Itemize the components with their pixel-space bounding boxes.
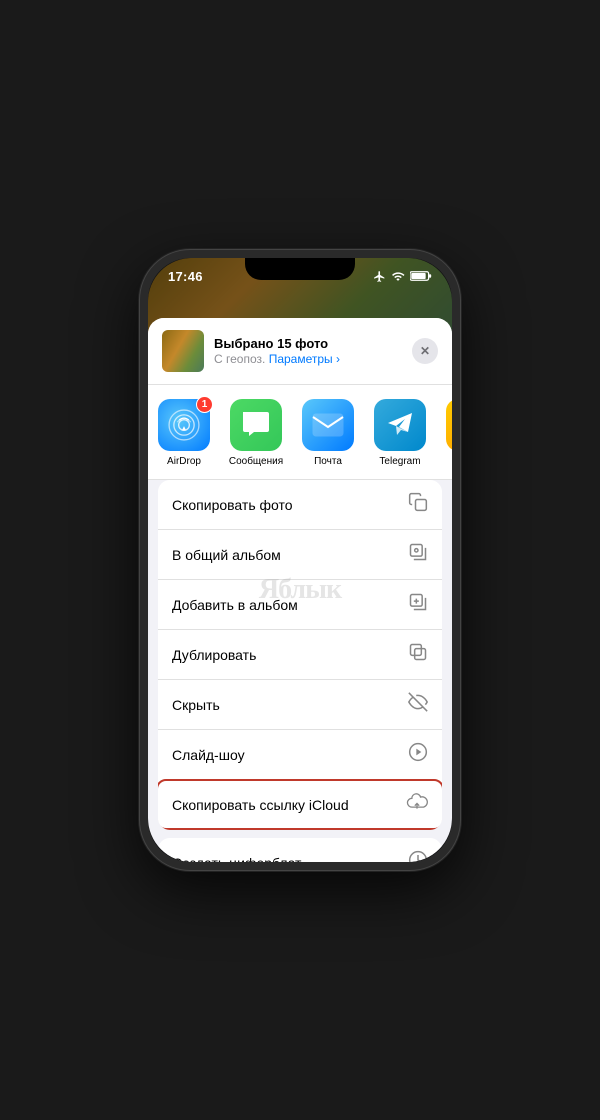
- copy-photo-label: Скопировать фото: [172, 497, 293, 513]
- share-title: Выбрано 15 фото: [214, 336, 402, 351]
- share-params-link[interactable]: Параметры ›: [269, 352, 340, 366]
- action-duplicate[interactable]: Дублировать: [158, 629, 442, 679]
- slideshow-label: Слайд-шоу: [172, 747, 245, 763]
- action-create-face[interactable]: Создать циферблат: [158, 838, 442, 862]
- action-copy-icloud[interactable]: Скопировать ссылку iCloud: [158, 779, 442, 830]
- telegram-label: Telegram: [379, 456, 420, 467]
- share-subtitle-static: С геопоз.: [214, 352, 265, 366]
- app-item-more[interactable]: Ещё: [436, 399, 452, 467]
- app-item-airdrop[interactable]: 1 AirDrop: [148, 399, 220, 467]
- close-icon: ✕: [420, 344, 430, 358]
- share-subtitle: С геопоз. Параметры ›: [214, 352, 402, 366]
- add-album-label: Добавить в альбом: [172, 597, 298, 613]
- action-slideshow[interactable]: Слайд-шоу: [158, 729, 442, 779]
- notch: [245, 258, 355, 280]
- hide-label: Скрыть: [172, 697, 220, 713]
- mail-svg-icon: [312, 413, 344, 437]
- airdrop-icon-container: 1: [158, 399, 210, 451]
- battery-icon: [410, 270, 432, 282]
- action-shared-album[interactable]: В общий альбом: [158, 529, 442, 579]
- messages-icon-container: [230, 399, 282, 451]
- share-title-area: Выбрано 15 фото С геопоз. Параметры ›: [214, 336, 402, 366]
- action-copy-photo[interactable]: Скопировать фото: [158, 480, 442, 529]
- share-sheet: Выбрано 15 фото С геопоз. Параметры › ✕: [148, 318, 452, 862]
- mail-label: Почта: [314, 456, 342, 467]
- share-header: Выбрано 15 фото С геопоз. Параметры › ✕: [148, 318, 452, 385]
- app-item-mail[interactable]: Почта: [292, 399, 364, 467]
- more-icon-container: [446, 399, 452, 451]
- airdrop-svg-icon: [168, 409, 200, 441]
- telegram-svg-icon: [384, 409, 416, 441]
- action-scroll-area[interactable]: Скопировать фото В общий альбом: [148, 480, 452, 862]
- screen: 17:46: [148, 258, 452, 862]
- status-time: 17:46: [168, 269, 203, 284]
- shared-album-label: В общий альбом: [172, 547, 281, 563]
- airdrop-badge: 1: [196, 396, 213, 413]
- apps-row: 1 AirDrop Сообщения: [148, 385, 452, 480]
- copy-photo-icon: [408, 492, 428, 517]
- duplicate-icon: [408, 642, 428, 667]
- wifi-icon: [391, 270, 405, 283]
- app-item-telegram[interactable]: Telegram: [364, 399, 436, 467]
- slideshow-icon: [408, 742, 428, 767]
- copy-icloud-label: Скопировать ссылку iCloud: [172, 797, 349, 813]
- action-group-2: Создать циферблат Сохранить в Файлы: [158, 838, 442, 862]
- messages-label: Сообщения: [229, 456, 283, 467]
- telegram-icon-container: [374, 399, 426, 451]
- share-close-button[interactable]: ✕: [412, 338, 438, 364]
- airplane-icon: [373, 270, 386, 283]
- create-face-icon: [408, 850, 428, 862]
- messages-svg-icon: [241, 410, 271, 440]
- copy-icloud-icon: [406, 793, 428, 816]
- hide-icon: [408, 692, 428, 717]
- share-thumbnail: [162, 330, 204, 372]
- phone-frame: 17:46: [140, 250, 460, 870]
- create-face-label: Создать циферблат: [172, 855, 301, 863]
- action-add-album[interactable]: Добавить в альбом: [158, 579, 442, 629]
- action-hide[interactable]: Скрыть: [158, 679, 442, 729]
- shared-album-icon: [408, 542, 428, 567]
- add-album-icon: [408, 592, 428, 617]
- mail-icon-container: [302, 399, 354, 451]
- duplicate-label: Дублировать: [172, 647, 256, 663]
- action-group-1: Скопировать фото В общий альбом: [158, 480, 442, 830]
- status-icons: [373, 270, 432, 283]
- app-item-messages[interactable]: Сообщения: [220, 399, 292, 467]
- airdrop-label: AirDrop: [167, 456, 201, 467]
